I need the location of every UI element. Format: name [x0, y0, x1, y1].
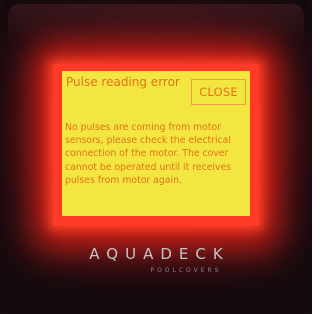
- photo: Pulse reading error CLOSE No pulses are …: [0, 0, 312, 314]
- brand-tagline: POOLCOVERS: [150, 267, 222, 274]
- display-screen: Pulse reading error CLOSE No pulses are …: [53, 64, 259, 226]
- close-button[interactable]: CLOSE: [191, 79, 246, 105]
- bezel-reflection: [8, 4, 304, 44]
- error-dialog: Pulse reading error CLOSE No pulses are …: [62, 71, 250, 216]
- brand-logo: AQUADECK: [89, 245, 230, 263]
- dialog-title: Pulse reading error: [66, 75, 180, 89]
- control-panel: Pulse reading error CLOSE No pulses are …: [0, 0, 312, 314]
- dialog-message: No pulses are coming from motor sensors,…: [65, 122, 232, 186]
